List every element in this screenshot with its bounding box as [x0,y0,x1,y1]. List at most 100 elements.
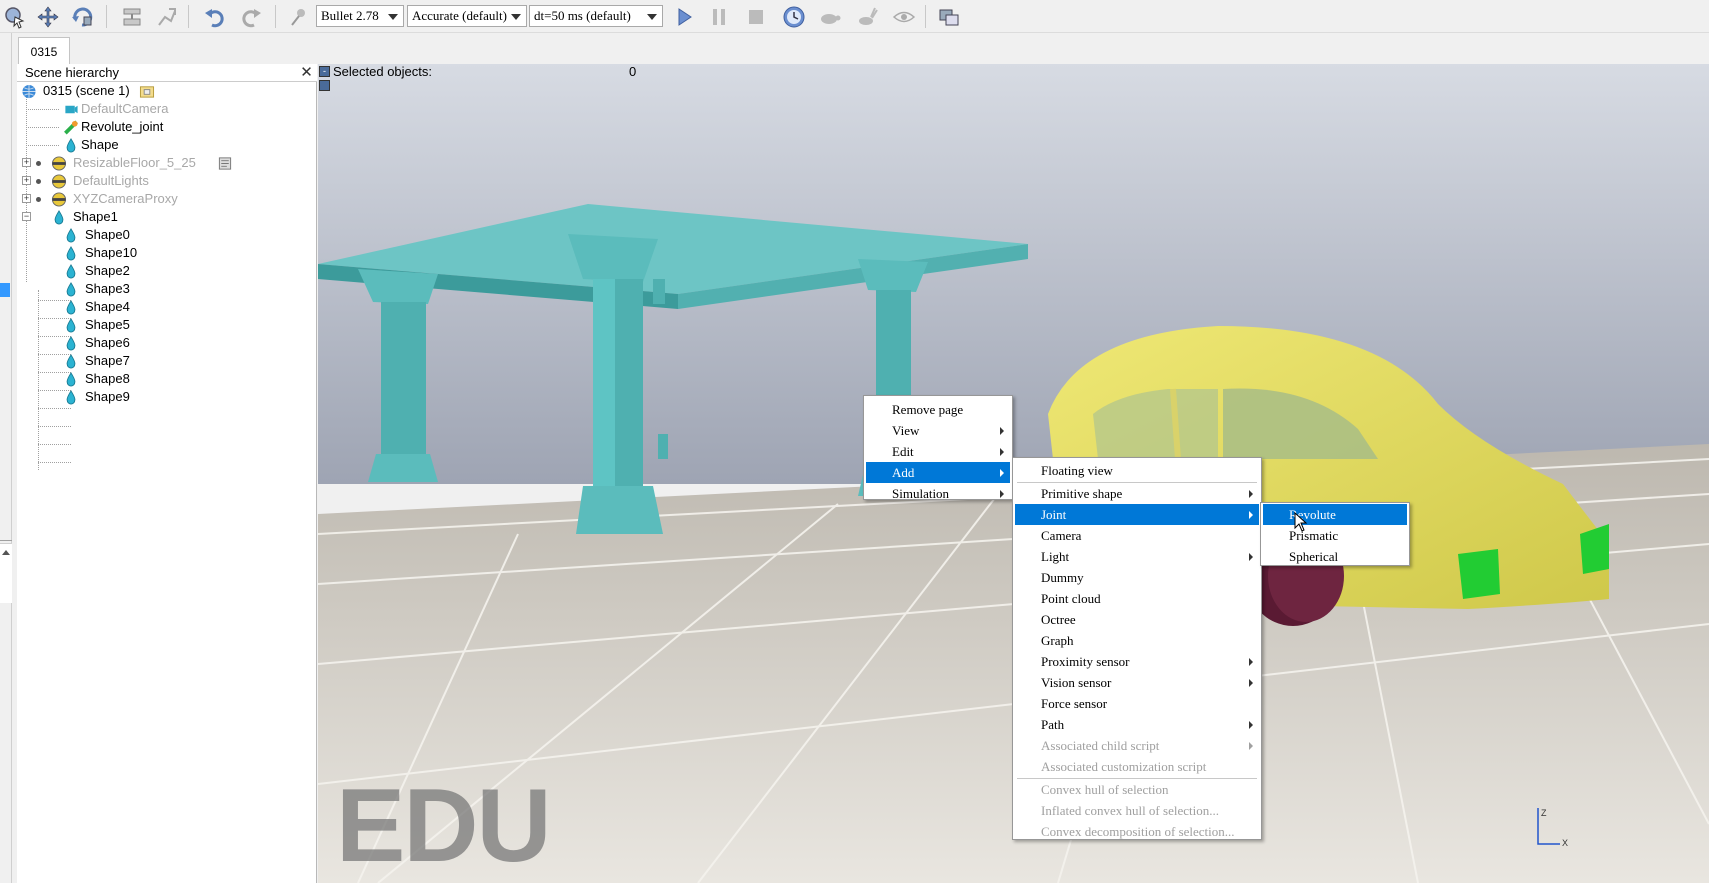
redo-icon[interactable] [236,3,266,30]
shape-drop-icon [63,354,79,369]
menu-item-associated-child-script[interactable]: Associated child script [1015,735,1259,756]
undo-icon[interactable] [200,3,230,30]
tree-item-label: ResizableFloor_5_25 [73,155,196,170]
tree-item-shape[interactable]: Shape [17,136,317,154]
transfer-dna-icon[interactable] [152,3,182,30]
menu-item-simulation[interactable]: Simulation [866,483,1010,504]
mouse-cursor-icon [1294,512,1308,532]
stop-icon[interactable] [741,3,771,30]
shape-drop-icon [63,282,79,297]
menu-item-octree[interactable]: Octree [1015,609,1259,630]
tree-item-shape2[interactable]: Shape2 [17,262,317,280]
turtle-icon[interactable] [815,3,845,30]
strip-scrollbar[interactable] [0,543,12,603]
menu-item-vision-sensor[interactable]: Vision sensor [1015,672,1259,693]
menu-item-label: Simulation [892,486,950,501]
tree-item-label: Shape0 [85,227,130,242]
rotate-icon[interactable] [67,3,97,30]
expand-icon[interactable]: + [22,158,31,167]
chevron-down-icon [511,14,521,20]
expand-icon[interactable]: + [22,194,31,203]
menu-item-joint[interactable]: Joint [1015,504,1259,525]
menu-item-floating-view[interactable]: Floating view [1015,460,1259,481]
tree-item-label: DefaultLights [73,173,149,188]
menu-item-proximity-sensor[interactable]: Proximity sensor [1015,651,1259,672]
tree-item-shape5[interactable]: Shape5 [17,316,317,334]
submenu-arrow-icon [1249,658,1253,666]
edu-watermark: EDU [336,768,552,883]
menu-item-light[interactable]: Light [1015,546,1259,567]
menu-item-edit[interactable]: Edit [866,441,1010,462]
tab-scene-0315[interactable]: 0315 [18,37,70,65]
tree-item-shape7[interactable]: Shape7 [17,352,317,370]
menu-item-convex-hull[interactable]: Convex hull of selection [1015,779,1259,800]
tree-item-shape0[interactable]: Shape0 [17,226,317,244]
menu-item-label: Octree [1041,612,1076,627]
tree-item-shape6[interactable]: Shape6 [17,334,317,352]
menu-item-primitive-shape[interactable]: Primitive shape [1015,483,1259,504]
menu-item-label: Associated customization script [1041,759,1207,774]
menu-item-force-sensor[interactable]: Force sensor [1015,693,1259,714]
accuracy-select[interactable]: Accurate (default) [407,5,527,27]
physics-engine-value: Bullet 2.78 [321,8,379,23]
menu-item-graph[interactable]: Graph [1015,630,1259,651]
tree-item-revolute-joint[interactable]: Revolute_joint [17,118,317,136]
menu-item-point-cloud[interactable]: Point cloud [1015,588,1259,609]
rabbit-icon[interactable] [852,3,882,30]
tree-item-shape3[interactable]: Shape3 [17,280,317,298]
windows-icon[interactable] [934,3,964,30]
timestep-select[interactable]: dt=50 ms (default) [529,5,663,27]
physics-engine-select[interactable]: Bullet 2.78 [316,5,404,27]
tab-bar: 0315 [12,33,1709,65]
menu-item-revolute[interactable]: Revolute [1263,504,1407,525]
menu-item-dummy[interactable]: Dummy [1015,567,1259,588]
menu-item-convex-decomposition[interactable]: Convex decomposition of selection... [1015,821,1259,842]
model-icon [51,174,67,189]
viewport-mode-button[interactable] [319,80,330,91]
menu-item-spherical[interactable]: Spherical [1263,546,1407,567]
pause-icon[interactable] [704,3,734,30]
tree-item-shape1[interactable]: − Shape1 [17,208,317,226]
main-toolbar: Bullet 2.78 Accurate (default) dt=50 ms … [0,0,1709,33]
viewport-toggle-button[interactable]: - [319,66,330,77]
menu-item-path[interactable]: Path [1015,714,1259,735]
submenu-arrow-icon [1249,511,1253,519]
collapse-icon[interactable]: − [22,212,31,221]
expand-icon[interactable]: + [22,176,31,185]
visualization-eye-icon[interactable] [889,3,919,30]
selection-icon[interactable] [0,3,30,30]
camera-icon [63,102,79,117]
menu-item-remove-page[interactable]: Remove page [866,399,1010,420]
tree-item-label: Shape4 [85,299,130,314]
tree-item-shape9[interactable]: Shape9 [17,388,317,406]
model-dot-icon [36,197,41,202]
tree-item-xyz-camera-proxy[interactable]: + XYZCameraProxy [17,190,317,208]
tree-item-shape4[interactable]: Shape4 [17,298,317,316]
tree-item-scene-root[interactable]: 0315 (scene 1) [17,82,317,100]
translate-icon[interactable] [33,3,63,30]
realtime-clock-icon[interactable] [779,3,809,30]
tree-item-default-lights[interactable]: + DefaultLights [17,172,317,190]
tree-item-shape10[interactable]: Shape10 [17,244,317,262]
menu-item-view[interactable]: View [866,420,1010,441]
tree-item-label: Shape9 [85,389,130,404]
tree-item-shape8[interactable]: Shape8 [17,370,317,388]
menu-item-inflated-convex-hull[interactable]: Inflated convex hull of selection... [1015,800,1259,821]
menu-item-label: Light [1041,549,1070,564]
scroll-up-icon[interactable] [2,550,10,555]
scene-hierarchy-header: Scene hierarchy ✕ [17,64,317,82]
submenu-arrow-icon [1000,469,1004,477]
pin-icon[interactable] [284,3,314,30]
tree-item-default-camera[interactable]: DefaultCamera [17,100,317,118]
menu-item-associated-customization-script[interactable]: Associated customization script [1015,756,1259,777]
menu-item-add[interactable]: Add [866,462,1010,483]
shape-drop-icon [63,228,79,243]
tree-item-label: Shape6 [85,335,130,350]
strip-divider [0,540,12,541]
menu-item-camera[interactable]: Camera [1015,525,1259,546]
tree-item-resizable-floor[interactable]: + ResizableFloor_5_25 [17,154,317,172]
assembly-icon[interactable] [117,3,147,30]
play-icon[interactable] [669,3,699,30]
menu-item-prismatic[interactable]: Prismatic [1263,525,1407,546]
close-icon[interactable]: ✕ [299,65,314,80]
